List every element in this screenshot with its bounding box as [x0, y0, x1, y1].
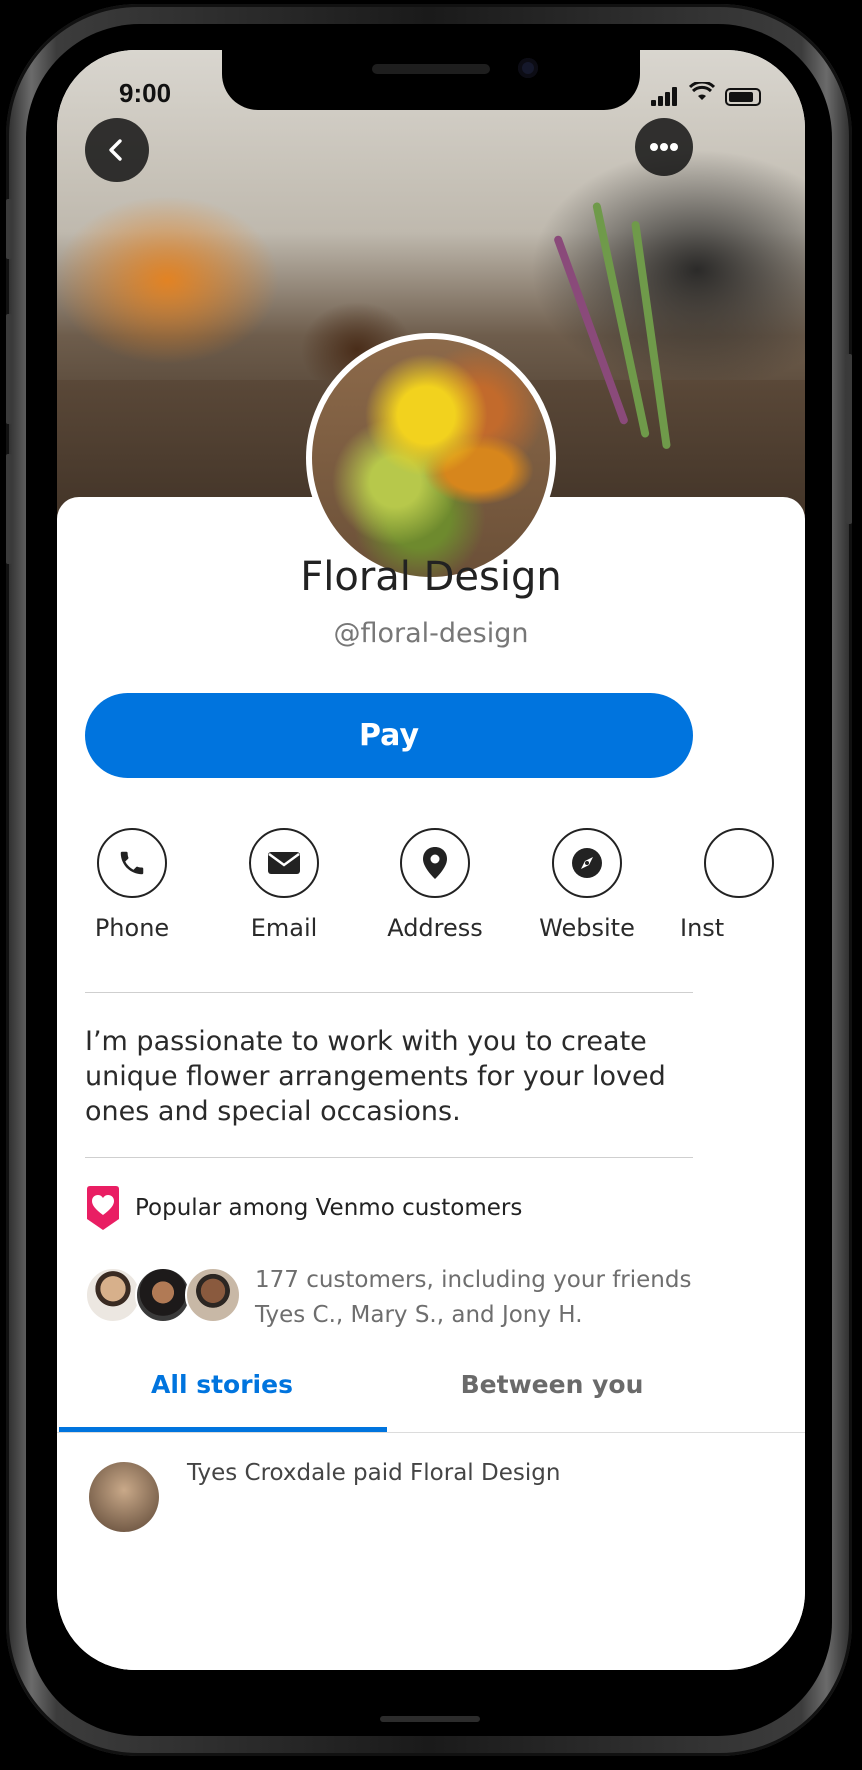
profile-name: Floral Design [300, 554, 562, 600]
action-label: Inst [680, 914, 725, 942]
action-label: Email [250, 914, 318, 942]
action-phone[interactable]: Phone [57, 828, 207, 942]
mute-switch [6, 199, 12, 259]
speaker-grille [372, 64, 490, 74]
app-screen: 9:00 Floral Design @floral-design Pay Ph… [57, 50, 805, 1670]
heart-badge-icon [87, 1186, 119, 1230]
status-icons [651, 80, 761, 106]
popular-label: Popular among Venmo customers [135, 1195, 523, 1221]
action-label: Phone [94, 914, 170, 942]
signal-icon [651, 86, 679, 106]
profile-avatar [306, 333, 556, 583]
action-instagram[interactable]: Inst [664, 828, 805, 942]
back-button[interactable] [85, 118, 149, 182]
friend-avatar [135, 1267, 191, 1323]
volume-up-button [6, 314, 12, 424]
friend-avatar [85, 1267, 141, 1323]
instagram-icon [704, 828, 774, 898]
story-text[interactable]: Tyes Croxdale paid Floral Design [187, 1460, 560, 1486]
status-time: 9:00 [119, 78, 172, 108]
wifi-icon [688, 80, 716, 106]
volume-down-button [6, 454, 12, 564]
chevron-left-icon [109, 139, 122, 161]
power-button [846, 354, 852, 524]
action-address[interactable]: Address [360, 828, 510, 942]
popular-badge: Popular among Venmo customers [85, 1185, 522, 1231]
tab-divider [57, 1432, 805, 1433]
action-email[interactable]: Email [209, 828, 359, 942]
front-camera [518, 58, 538, 78]
pay-button[interactable]: Pay [85, 693, 693, 778]
divider [85, 1157, 693, 1158]
battery-icon [725, 88, 761, 106]
action-label: Website [539, 914, 635, 942]
phone-icon [97, 828, 167, 898]
more-dots-icon [650, 143, 678, 151]
profile-handle: @floral-design [333, 618, 529, 649]
action-website[interactable]: Website [512, 828, 662, 942]
customers-count-line: 177 customers, including your friends [255, 1267, 692, 1293]
tab-all-stories[interactable]: All stories [57, 1370, 387, 1399]
customers-friends-line: Tyes C., Mary S., and Jony H. [255, 1302, 583, 1328]
location-pin-icon [400, 828, 470, 898]
compass-icon [552, 828, 622, 898]
story-avatar [89, 1462, 159, 1532]
friend-avatar [185, 1267, 241, 1323]
customers-summary: 177 customers, including your friends Ty… [255, 1263, 695, 1333]
profile-bio: I’m passionate to work with you to creat… [85, 1026, 666, 1127]
action-label: Address [387, 914, 483, 942]
notch [222, 50, 640, 110]
divider [85, 992, 693, 993]
more-options-button[interactable] [635, 118, 693, 176]
frame-bottom-detail [380, 1716, 480, 1722]
email-icon [249, 828, 319, 898]
tab-between-you[interactable]: Between you [387, 1370, 717, 1399]
